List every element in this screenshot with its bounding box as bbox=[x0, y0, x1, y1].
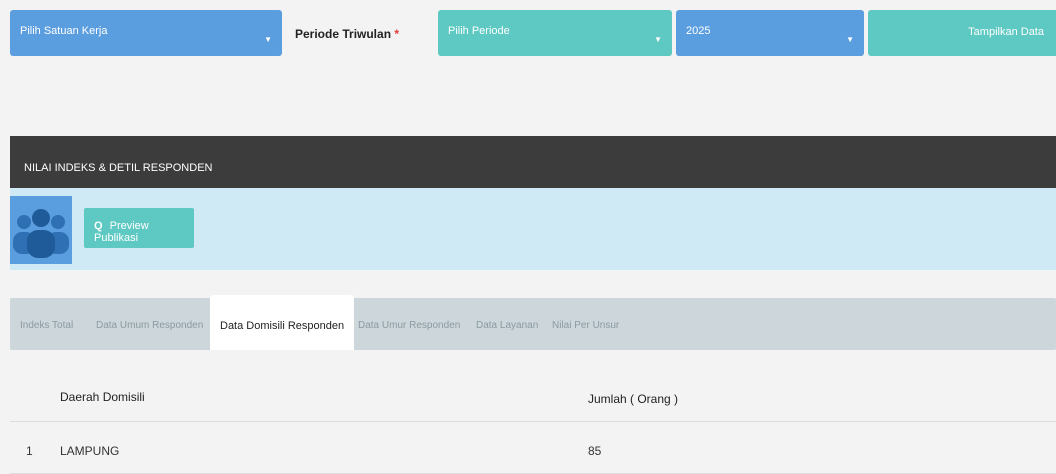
unit-select-value: Pilih Satuan Kerja bbox=[20, 25, 108, 37]
period-label-text: Periode Triwulan bbox=[295, 27, 392, 41]
table-row: 1 LAMPUNG 85 bbox=[10, 422, 1056, 474]
tab-bar: Indeks Total Data Umum Responden Data Do… bbox=[10, 295, 1056, 350]
year-select-value: 2025 bbox=[686, 25, 711, 37]
row-number: 1 bbox=[26, 444, 33, 458]
chevron-down-icon: ▼ bbox=[846, 35, 854, 44]
tab-score-per-element[interactable]: Nilai Per Unsur bbox=[552, 298, 619, 350]
show-data-button[interactable]: Tampilkan Data bbox=[868, 10, 1056, 56]
period-select[interactable]: Pilih Periode ▼ bbox=[438, 10, 672, 56]
chevron-down-icon: ▼ bbox=[654, 35, 662, 44]
period-select-value: Pilih Periode bbox=[448, 25, 510, 37]
filter-bar: Pilih Satuan Kerja ▼ Periode Triwulan * … bbox=[10, 10, 1056, 56]
hero-panel: Q Preview Publikasi bbox=[10, 188, 1056, 270]
domicile-table: Daerah Domisili Jumlah ( Orang ) 1 LAMPU… bbox=[10, 370, 1056, 474]
column-header-area: Daerah Domisili bbox=[60, 390, 145, 404]
section-title: NILAI INDEKS & DETIL RESPONDEN bbox=[10, 136, 1056, 188]
table-header-row: Daerah Domisili Jumlah ( Orang ) bbox=[10, 370, 1056, 422]
preview-publication-button[interactable]: Q Preview Publikasi bbox=[84, 208, 194, 248]
tab-age-respondent[interactable]: Data Umur Responden bbox=[358, 298, 460, 350]
tab-services[interactable]: Data Layanan bbox=[476, 298, 538, 350]
column-header-count: Jumlah ( Orang ) bbox=[588, 392, 679, 406]
required-mark: * bbox=[394, 27, 400, 41]
row-count: 85 bbox=[588, 444, 602, 458]
row-area: LAMPUNG bbox=[60, 444, 120, 458]
period-label: Periode Triwulan * bbox=[295, 27, 399, 41]
unit-select[interactable]: Pilih Satuan Kerja ▼ bbox=[10, 10, 282, 56]
year-select[interactable]: 2025 ▼ bbox=[676, 10, 864, 56]
tab-general-respondent[interactable]: Data Umum Responden bbox=[96, 298, 203, 350]
tab-domicile-respondent[interactable]: Data Domisili Responden bbox=[210, 295, 355, 350]
search-icon: Q bbox=[94, 220, 103, 232]
tab-total-index[interactable]: Indeks Total bbox=[20, 298, 73, 350]
users-icon bbox=[10, 196, 72, 264]
chevron-down-icon: ▼ bbox=[264, 35, 272, 44]
